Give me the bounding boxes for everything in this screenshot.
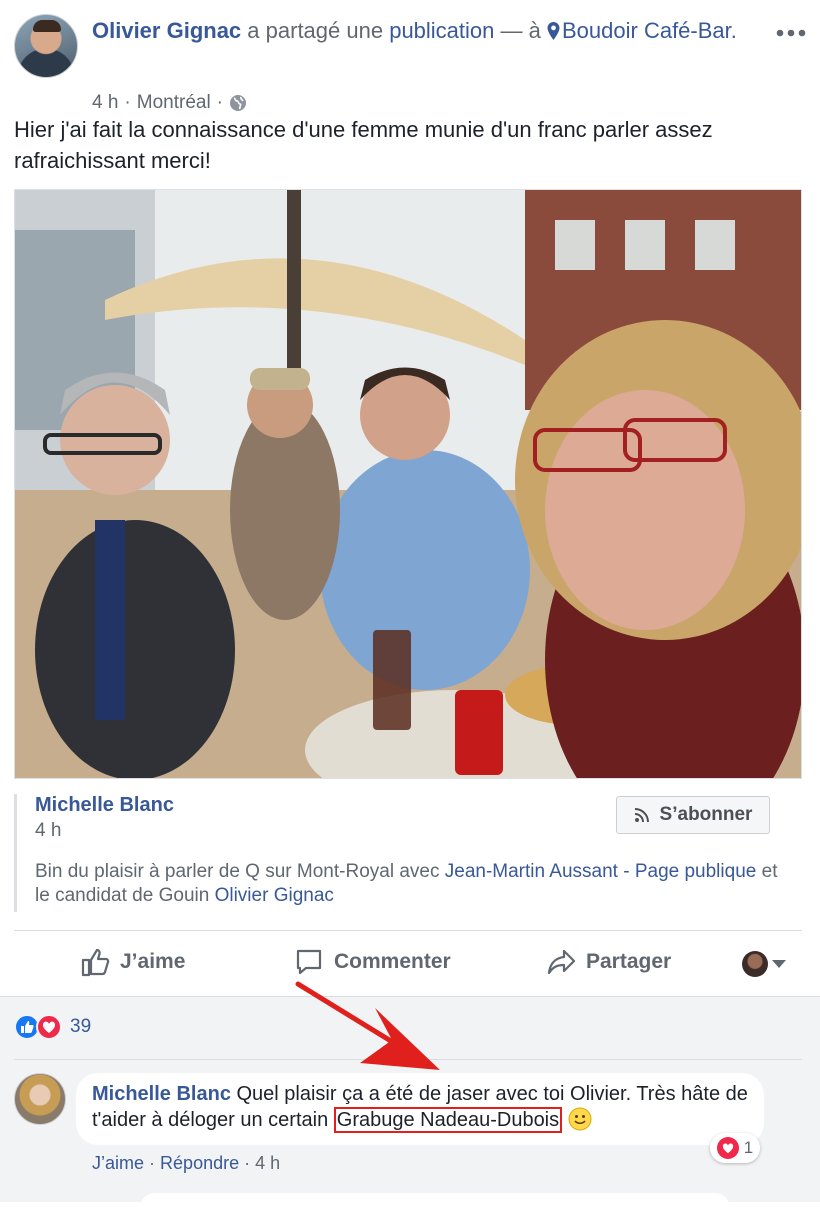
shared-time[interactable]: 4 h bbox=[35, 820, 61, 842]
globe-icon[interactable] bbox=[229, 94, 247, 112]
location-link[interactable]: Boudoir Café-Bar. bbox=[547, 18, 737, 43]
post-headline: Olivier Gignac a partagé une publication… bbox=[92, 16, 772, 46]
comment-reply-link[interactable]: Répondre bbox=[160, 1153, 239, 1173]
more-options-icon[interactable] bbox=[776, 28, 806, 38]
comment-like-link[interactable]: J’aime bbox=[92, 1153, 144, 1173]
love-reaction-icon bbox=[716, 1137, 739, 1159]
like-label: J’aime bbox=[120, 950, 186, 973]
comment-bubble: Michelle Blanc Quel plaisir ça a été de … bbox=[76, 1073, 764, 1145]
meta-separator: · bbox=[216, 92, 223, 113]
divider bbox=[14, 1059, 802, 1060]
share-button[interactable]: Partager bbox=[546, 947, 671, 977]
subscribe-label: S’abonner bbox=[659, 804, 753, 825]
gignac-link[interactable]: Olivier Gignac bbox=[215, 885, 334, 906]
comment-actions: J’aime · Répondre · 4 h bbox=[92, 1153, 280, 1174]
comment-action-separator: · bbox=[244, 1153, 251, 1173]
comment-author-link[interactable]: Michelle Blanc bbox=[92, 1083, 231, 1105]
publication-link[interactable]: publication bbox=[389, 18, 494, 43]
chevron-down-icon bbox=[772, 960, 786, 968]
shared-text-before: Bin du plaisir à parler de Q sur Mont-Ro… bbox=[35, 861, 440, 882]
action-bar: J’aime Commenter Partager bbox=[14, 930, 802, 996]
shared-post: Michelle Blanc 4 h S’abonner Bin du plai… bbox=[14, 794, 802, 912]
comment-reaction-count: 1 bbox=[743, 1138, 754, 1157]
shared-author-link[interactable]: Michelle Blanc bbox=[35, 794, 174, 817]
post-header: Olivier Gignac a partagé une publication… bbox=[14, 14, 806, 113]
comment-label: Commenter bbox=[334, 950, 451, 973]
post-meta: 4 h · Montréal · bbox=[92, 92, 247, 114]
reaction-count[interactable]: 39 bbox=[70, 1016, 91, 1038]
rss-icon bbox=[634, 808, 649, 823]
location-pin-icon bbox=[547, 22, 560, 40]
aussant-link[interactable]: Jean-Martin Aussant - Page publique bbox=[445, 861, 757, 882]
subscribe-button[interactable]: S’abonner bbox=[616, 796, 770, 834]
location-name: Boudoir Café-Bar. bbox=[562, 18, 737, 43]
post-place: Montréal bbox=[136, 92, 211, 113]
next-comment-bubble bbox=[140, 1193, 730, 1223]
shared-text: Bin du plaisir à parler de Q sur Mont-Ro… bbox=[35, 860, 795, 908]
comment-bubble-icon bbox=[296, 949, 322, 975]
love-reaction-icon bbox=[36, 1014, 62, 1040]
comment-time[interactable]: 4 h bbox=[255, 1153, 280, 1173]
at-text: — à bbox=[500, 18, 541, 43]
photo-scene bbox=[15, 190, 801, 778]
like-button[interactable]: J’aime bbox=[80, 947, 185, 977]
share-label: Partager bbox=[586, 950, 672, 973]
share-arrow-icon bbox=[547, 949, 576, 975]
highlighted-name: Grabuge Nadeau-Dubois bbox=[333, 1107, 563, 1133]
shared-text: a partagé une bbox=[247, 18, 384, 43]
comments-section: 39 Michelle Blanc Quel plaisir ça a été … bbox=[0, 996, 820, 1223]
post-text: Hier j'ai fait la connaissance d'une fem… bbox=[14, 117, 713, 173]
smiley-icon bbox=[568, 1107, 592, 1131]
thumbs-up-icon bbox=[81, 948, 110, 977]
reactions-summary[interactable]: 39 bbox=[14, 1014, 91, 1040]
post-photo[interactable] bbox=[14, 189, 802, 779]
react-as-selector[interactable] bbox=[742, 951, 786, 977]
post-card: Olivier Gignac a partagé une publication… bbox=[0, 0, 820, 996]
meta-separator: · bbox=[124, 92, 131, 113]
profile-avatar bbox=[742, 951, 768, 977]
author-name-link[interactable]: Olivier Gignac bbox=[92, 18, 241, 43]
comment-reaction-badge[interactable]: 1 bbox=[710, 1133, 760, 1163]
comment-action-separator: · bbox=[149, 1153, 156, 1173]
post-time[interactable]: 4 h bbox=[92, 92, 118, 114]
author-avatar[interactable] bbox=[14, 14, 78, 78]
comment-button[interactable]: Commenter bbox=[294, 947, 451, 977]
commenter-avatar[interactable] bbox=[14, 1073, 66, 1125]
